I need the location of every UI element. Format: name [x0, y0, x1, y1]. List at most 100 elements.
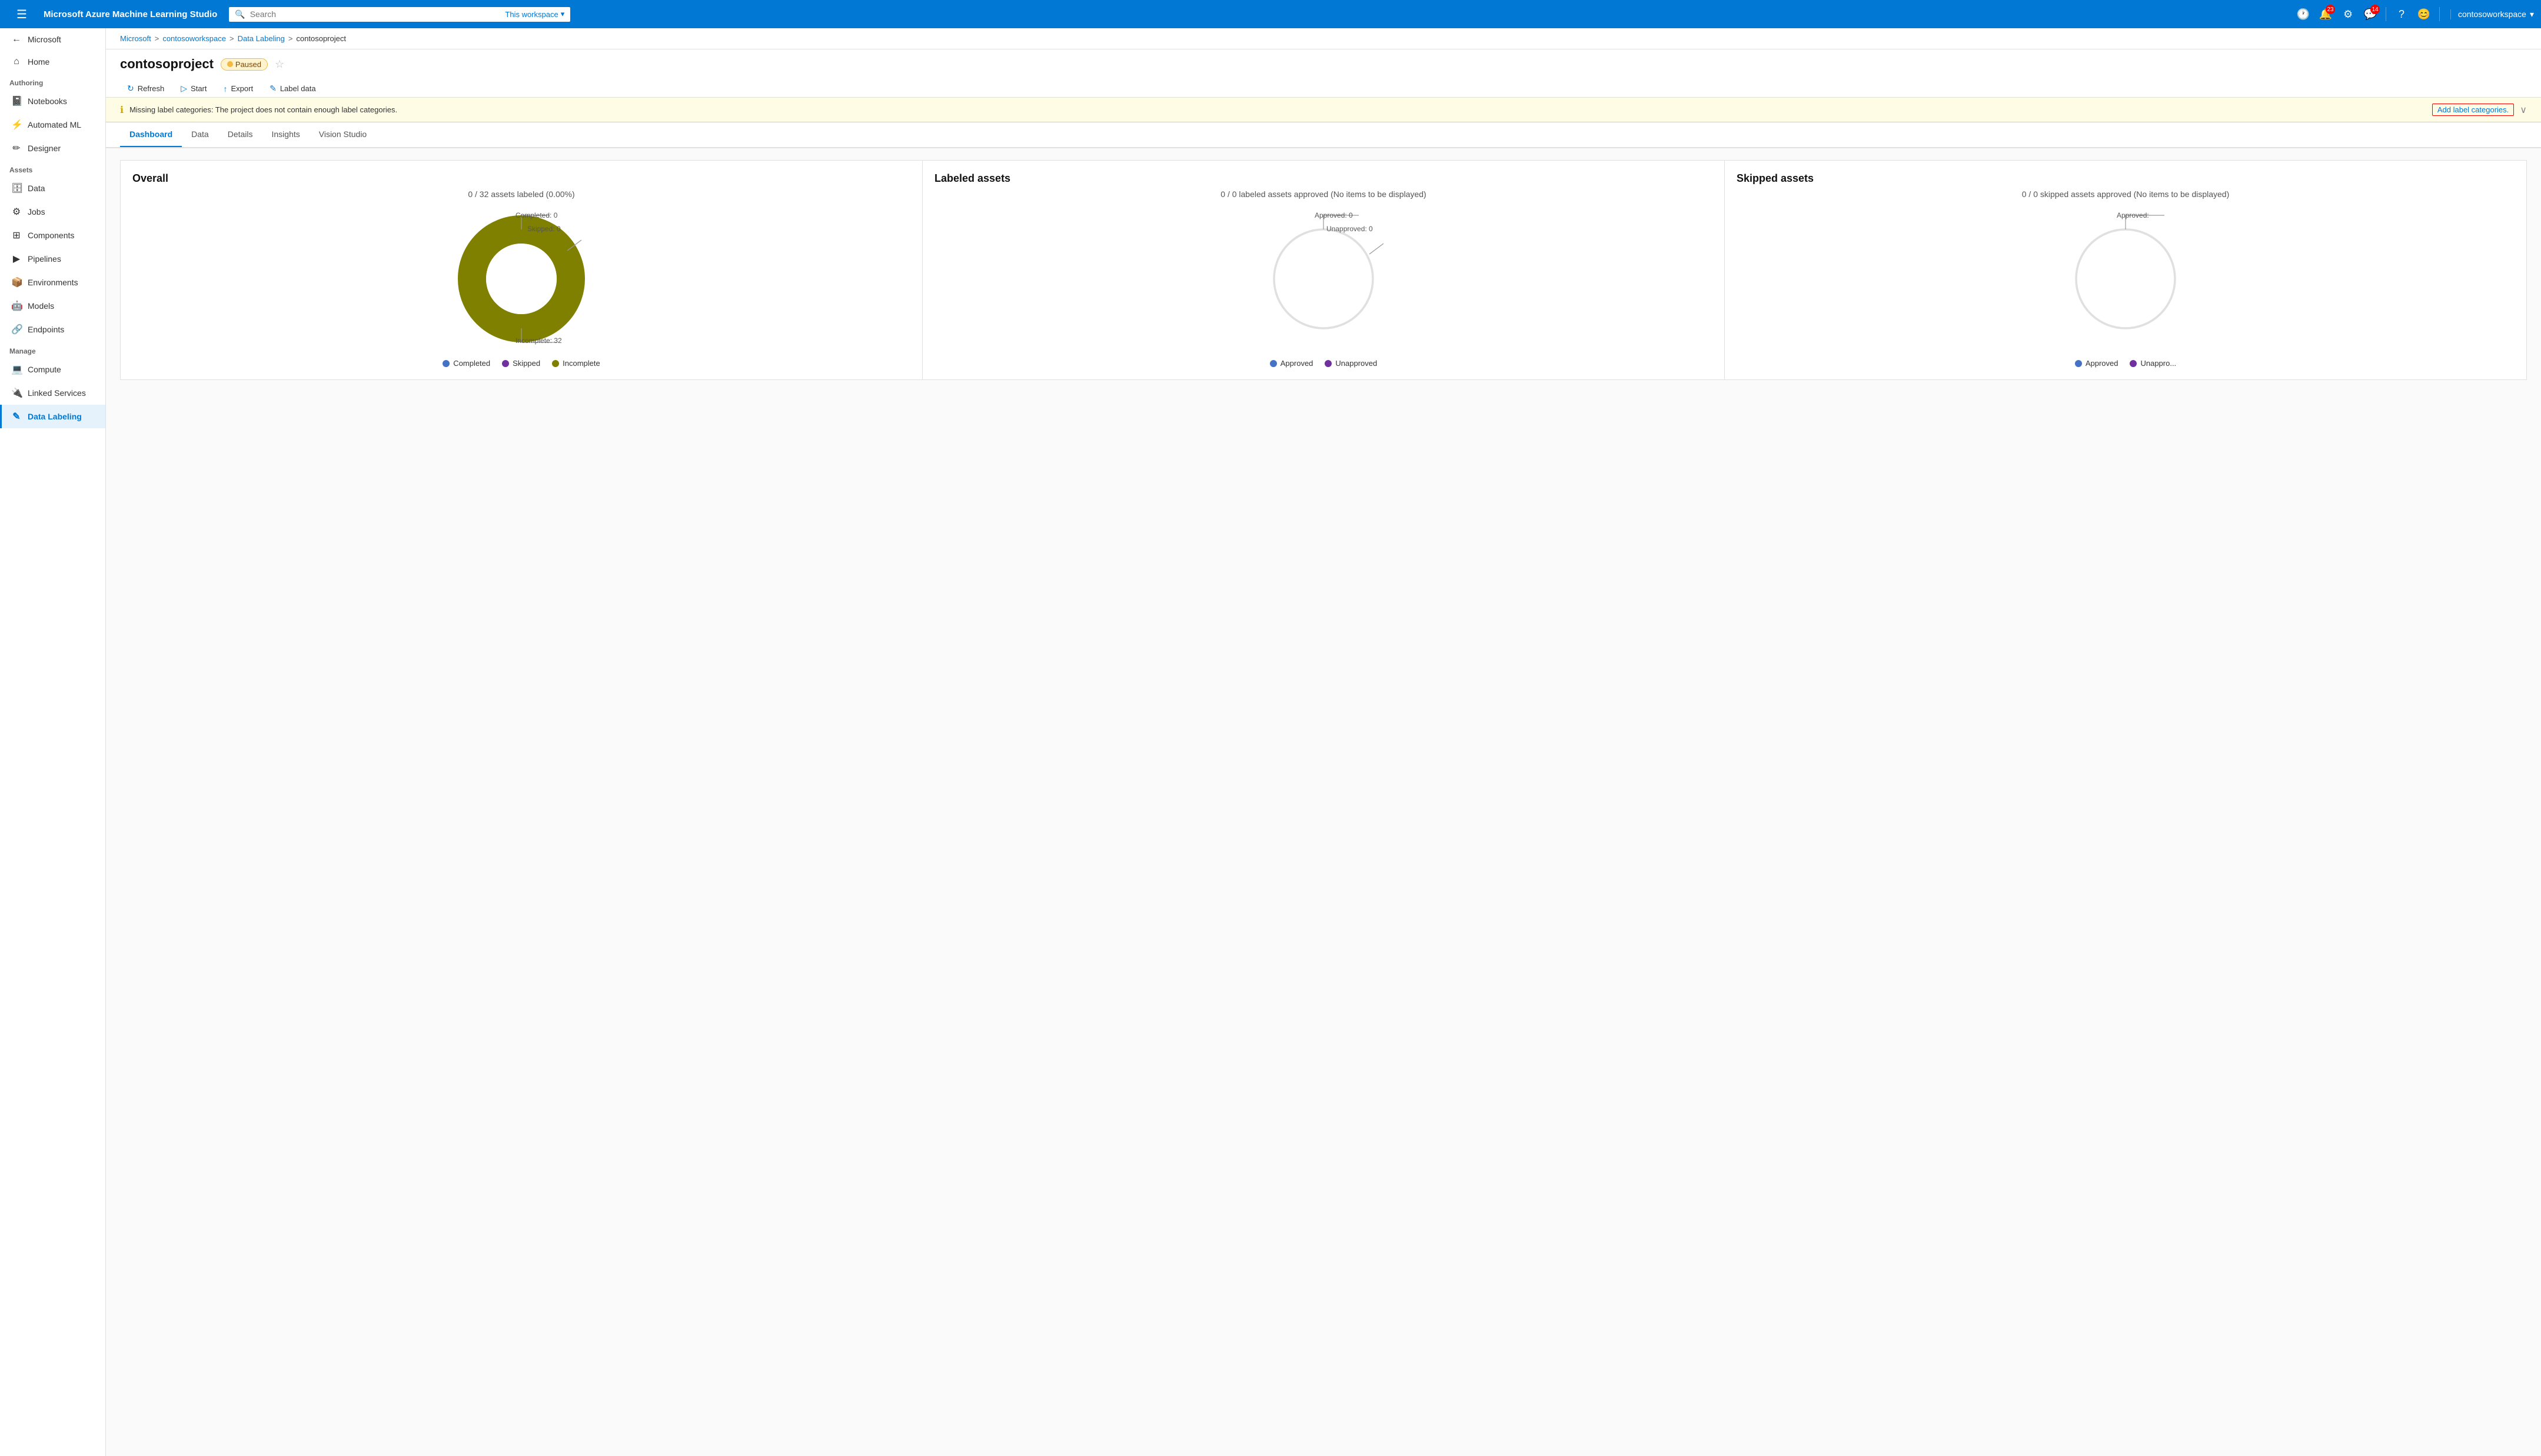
skipped-assets-title: Skipped assets: [1737, 172, 2515, 185]
sidebar-item-microsoft[interactable]: ← Microsoft: [0, 28, 105, 51]
approved-label: Approved: 0: [1315, 211, 1353, 219]
favorite-star-icon[interactable]: ☆: [275, 58, 284, 71]
notifications-btn[interactable]: 🔔 23: [2316, 5, 2335, 24]
legend-completed: Completed: [443, 359, 490, 368]
sidebar-section-authoring: Authoring: [0, 73, 105, 89]
legend-approved: Approved: [1270, 359, 1313, 368]
project-title-row: contosoproject Paused ☆: [120, 56, 2527, 72]
start-button[interactable]: ▷ Start: [174, 80, 214, 97]
endpoints-icon: 🔗: [11, 324, 22, 335]
username-label: contosoworkspace: [2458, 9, 2526, 19]
smiley-btn[interactable]: 😊: [2414, 5, 2433, 24]
sidebar-item-models[interactable]: 🤖 Models: [0, 294, 105, 318]
skipped-approved-label: Approved:: [2117, 211, 2149, 219]
overall-donut-container: Completed: 0 Skipped: 0 Incomplete: 32: [451, 208, 592, 349]
breadcrumb: Microsoft > contosoworkspace > Data Labe…: [106, 28, 2541, 49]
data-labeling-icon: ✎: [11, 411, 22, 422]
sidebar-item-components[interactable]: ⊞ Components: [0, 224, 105, 247]
labeled-assets-title: Labeled assets: [934, 172, 1712, 185]
status-label: Paused: [235, 60, 261, 69]
refresh-icon: ↻: [127, 84, 134, 94]
home-icon: ⌂: [11, 56, 22, 67]
completed-dot: [443, 360, 450, 367]
chevron-down-icon: ▾: [561, 9, 565, 19]
overall-chart-subtitle: 0 / 32 assets labeled (0.00%): [132, 189, 910, 199]
back-icon: ←: [11, 34, 22, 45]
breadcrumb-data-labeling[interactable]: Data Labeling: [238, 34, 285, 43]
label-data-icon: ✎: [270, 84, 277, 94]
help-btn[interactable]: ?: [2392, 5, 2411, 24]
breadcrumb-microsoft[interactable]: Microsoft: [120, 34, 151, 43]
components-icon: ⊞: [11, 229, 22, 241]
sidebar-item-label: Jobs: [28, 207, 45, 216]
add-label-categories-link[interactable]: Add label categories.: [2432, 104, 2514, 116]
user-account-btn[interactable]: contosoworkspace ▾: [2450, 9, 2534, 19]
warning-text: Missing label categories: The project do…: [129, 105, 2426, 114]
clock-icon-btn[interactable]: 🕐: [2294, 5, 2313, 24]
banner-collapse-icon[interactable]: ∨: [2520, 104, 2527, 116]
app-body: ← Microsoft ⌂ Home Authoring 📓 Notebooks…: [0, 28, 2541, 1456]
breadcrumb-workspace[interactable]: contosoworkspace: [162, 34, 226, 43]
sidebar-item-label: Endpoints: [28, 325, 64, 334]
skipped-unapproved-dot: [2130, 360, 2137, 367]
sidebar-item-label: Components: [28, 231, 74, 240]
overall-chart-title: Overall: [132, 172, 910, 185]
hamburger-menu[interactable]: ☰: [7, 0, 36, 30]
overall-donut-svg: [451, 208, 592, 349]
skipped-approved-dot: [2075, 360, 2082, 367]
sidebar-item-endpoints[interactable]: 🔗 Endpoints: [0, 318, 105, 341]
nav-icons: 🕐 🔔 23 ⚙ 💬 14 ? 😊 contosoworkspace ▾: [2294, 5, 2534, 24]
skipped-label: Skipped: 0: [527, 225, 561, 233]
feedback-btn[interactable]: 💬 14: [2361, 5, 2380, 24]
unapproved-label: Unapproved: 0: [1326, 225, 1373, 233]
warning-icon: ℹ: [120, 104, 124, 116]
tab-insights[interactable]: Insights: [262, 122, 310, 147]
incomplete-label: Incomplete: 32: [515, 336, 562, 345]
start-icon: ▷: [181, 84, 187, 94]
settings-btn[interactable]: ⚙: [2339, 5, 2357, 24]
sidebar-item-label: Environments: [28, 278, 78, 287]
approved-dot: [1270, 360, 1277, 367]
sidebar-item-label: Pipelines: [28, 254, 61, 264]
sidebar-item-label: Designer: [28, 144, 61, 153]
notifications-badge: 23: [2326, 5, 2335, 14]
export-button[interactable]: ↑ Export: [217, 81, 261, 97]
refresh-button[interactable]: ↻ Refresh: [120, 80, 171, 97]
warning-banner: ℹ Missing label categories: The project …: [106, 98, 2541, 122]
sidebar-item-jobs[interactable]: ⚙ Jobs: [0, 200, 105, 224]
tab-vision-studio[interactable]: Vision Studio: [310, 122, 376, 147]
app-brand: Microsoft Azure Machine Learning Studio: [44, 9, 217, 19]
linked-services-icon: 🔌: [11, 387, 22, 399]
label-data-button[interactable]: ✎ Label data: [262, 80, 322, 97]
sidebar-item-data[interactable]: 🗄 Data: [0, 176, 105, 200]
search-bar[interactable]: 🔍 This workspace ▾: [229, 7, 570, 22]
page-title: contosoproject: [120, 56, 214, 72]
pipelines-icon: ▶: [11, 253, 22, 265]
tab-dashboard[interactable]: Dashboard: [120, 122, 182, 147]
search-input[interactable]: [250, 9, 501, 19]
sidebar-item-compute[interactable]: 💻 Compute: [0, 358, 105, 381]
compute-icon: 💻: [11, 364, 22, 375]
completed-label: Completed: 0: [515, 211, 557, 219]
jobs-icon: ⚙: [11, 206, 22, 218]
sidebar-item-home[interactable]: ⌂ Home: [0, 51, 105, 73]
sidebar-item-label: Microsoft: [28, 35, 61, 44]
models-icon: 🤖: [11, 300, 22, 312]
sidebar-item-data-labeling[interactable]: ✎ Data Labeling: [0, 405, 105, 428]
sidebar: ← Microsoft ⌂ Home Authoring 📓 Notebooks…: [0, 28, 106, 1456]
sidebar-item-environments[interactable]: 📦 Environments: [0, 271, 105, 294]
sidebar-item-label: Data: [28, 184, 45, 193]
search-workspace-toggle[interactable]: This workspace ▾: [505, 9, 564, 19]
tab-details[interactable]: Details: [218, 122, 262, 147]
search-icon: 🔍: [235, 9, 245, 19]
automated-ml-icon: ⚡: [11, 119, 22, 131]
sidebar-item-designer[interactable]: ✏ Designer: [0, 136, 105, 160]
sidebar-item-notebooks[interactable]: 📓 Notebooks: [0, 89, 105, 113]
main-content: Microsoft > contosoworkspace > Data Labe…: [106, 28, 2541, 1456]
sidebar-item-pipelines[interactable]: ▶ Pipelines: [0, 247, 105, 271]
skipped-assets-donut-svg: [2055, 208, 2196, 349]
tab-data[interactable]: Data: [182, 122, 218, 147]
labeled-assets-donut-svg: [1253, 208, 1394, 349]
sidebar-item-automated-ml[interactable]: ⚡ Automated ML: [0, 113, 105, 136]
sidebar-item-linked-services[interactable]: 🔌 Linked Services: [0, 381, 105, 405]
